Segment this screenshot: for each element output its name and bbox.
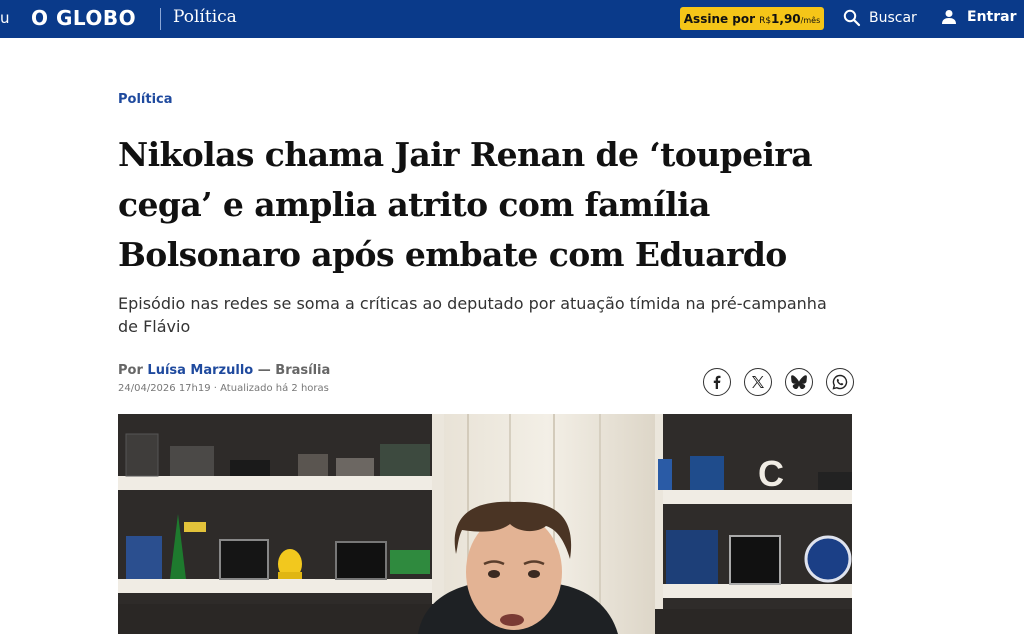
article-timestamp: 24/04/2026 17h19 · Atualizado há 2 horas [118,383,329,394]
article-section-kicker[interactable]: Política [118,92,173,107]
byline-location: — Brasília [257,363,331,378]
subscribe-price: 1,90 [771,11,801,26]
subscribe-button[interactable]: Assine por R$1,90/mês [680,7,824,30]
article-lead-photo: C [118,414,852,634]
login-button[interactable]: Entrar [941,9,1016,25]
share-facebook-button[interactable] [703,368,731,396]
bluesky-icon [791,375,807,389]
section-link[interactable]: Política [173,7,237,27]
share-whatsapp-button[interactable] [826,368,854,396]
whatsapp-icon [832,374,848,390]
menu-label-fragment[interactable]: u [0,9,10,27]
search-label: Buscar [869,10,917,26]
header-divider [160,8,161,30]
login-label: Entrar [967,9,1017,25]
article-byline: Por Luísa Marzullo — Brasília [118,363,330,378]
author-link[interactable]: Luísa Marzullo [147,363,253,378]
subscribe-label: Assine por [683,11,756,26]
byline-prefix: Por [118,363,143,378]
x-icon [752,376,764,388]
subscribe-currency: R$ [759,15,772,26]
user-icon [942,10,956,24]
search-button[interactable]: Buscar [843,9,917,27]
svg-text:C: C [758,453,784,494]
facebook-icon [713,375,721,389]
site-header: u O GLOBO Política Assine por R$1,90/mês… [0,0,1024,38]
article-subheadline: Episódio nas redes se soma a críticas ao… [118,294,827,336]
subscribe-period: /mês [800,15,821,25]
photo-illustration: C [118,414,852,634]
share-bar [703,368,854,396]
search-icon [843,9,861,27]
share-bluesky-button[interactable] [785,368,813,396]
article-headline: Nikolas chama Jair Renan de ‘toupeira ce… [118,135,813,274]
site-logo[interactable]: O GLOBO [31,6,136,30]
share-x-button[interactable] [744,368,772,396]
